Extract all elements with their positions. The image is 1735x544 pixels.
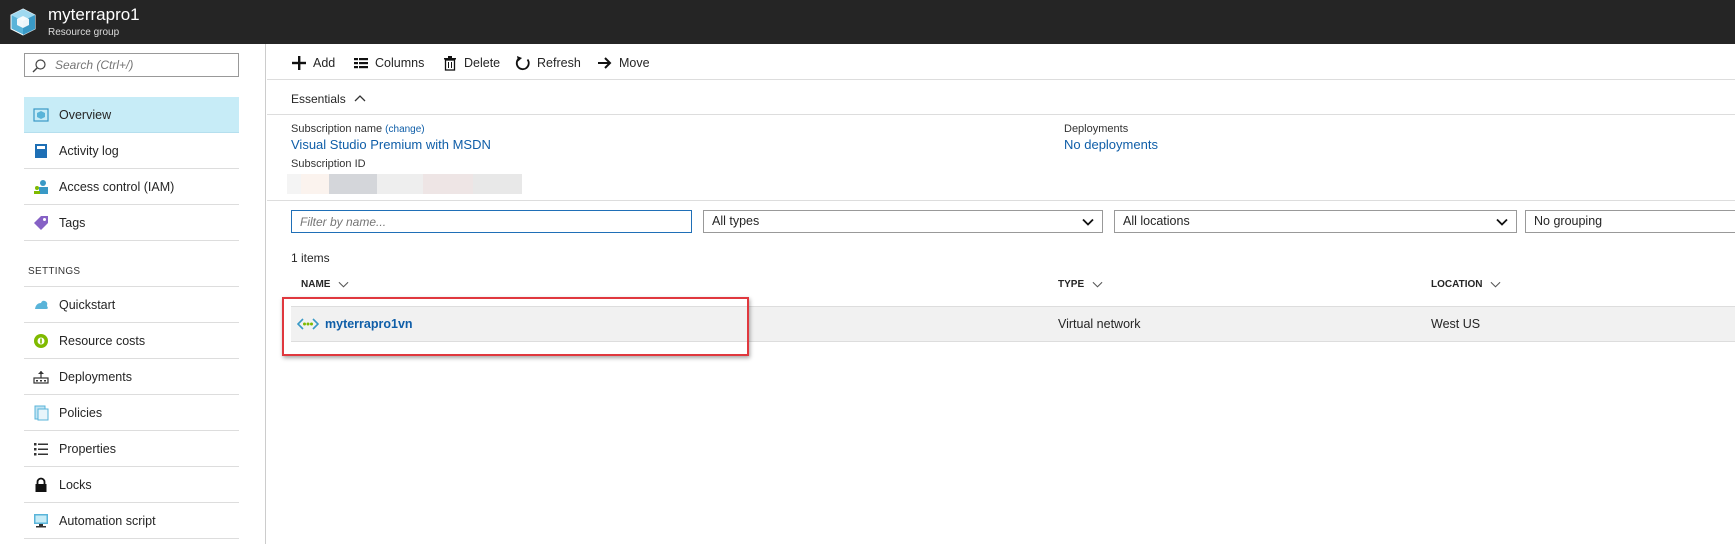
automation-script-icon — [33, 513, 49, 529]
sidebar-item-access-control[interactable]: Access control (IAM) — [24, 169, 239, 205]
search-icon — [32, 59, 46, 73]
columns-button[interactable]: Columns — [353, 54, 424, 72]
chevron-down-icon — [1092, 281, 1103, 288]
sidebar-item-label: Access control (IAM) — [59, 180, 175, 194]
sidebar-item-automation-script[interactable]: Automation script — [24, 503, 239, 539]
quickstart-icon — [33, 297, 49, 313]
refresh-button[interactable]: Refresh — [515, 54, 581, 72]
column-header-name[interactable]: NAME — [301, 279, 349, 290]
deployments-icon — [33, 369, 49, 385]
sidebar-item-label: Deployments — [59, 370, 132, 384]
items-count: 1 items — [291, 251, 330, 265]
sidebar: Overview Activity log Access control (IA… — [0, 44, 266, 544]
refresh-button-label: Refresh — [537, 56, 581, 70]
subscription-id-redacted — [287, 174, 522, 194]
filter-by-name-input[interactable] — [292, 211, 691, 232]
page-title: myterrapro1 — [48, 5, 140, 24]
columns-icon — [354, 58, 368, 69]
sidebar-nav: Overview Activity log Access control (IA… — [24, 97, 239, 241]
sidebar-item-activity-log[interactable]: Activity log — [24, 133, 239, 169]
refresh-icon — [515, 56, 530, 71]
iam-icon — [33, 179, 49, 195]
delete-button-label: Delete — [464, 56, 501, 70]
subscription-name-link[interactable]: Visual Studio Premium with MSDN — [291, 137, 491, 152]
tag-icon — [33, 215, 49, 231]
sidebar-item-label: Tags — [59, 216, 86, 230]
sidebar-item-tags[interactable]: Tags — [24, 205, 239, 241]
essentials-label: Essentials — [291, 92, 346, 106]
sidebar-item-locks[interactable]: Locks — [24, 467, 239, 503]
no-deployments-link[interactable]: No deployments — [1064, 137, 1158, 152]
sidebar-search[interactable] — [24, 53, 239, 77]
resource-type: Virtual network — [1058, 317, 1141, 331]
type-filter-value: All types — [712, 214, 760, 228]
top-bar: myterrapro1 Resource group — [0, 0, 1735, 44]
sidebar-item-label: Activity log — [59, 144, 119, 158]
column-header-label: NAME — [301, 279, 331, 290]
move-button-label: Move — [619, 56, 650, 70]
grouping-value: No grouping — [1534, 214, 1603, 228]
resource-costs-icon — [33, 333, 49, 349]
trash-icon — [444, 56, 456, 71]
sidebar-item-label: Properties — [59, 442, 116, 456]
sidebar-item-quickstart[interactable]: Quickstart — [24, 287, 239, 323]
sidebar-item-label: Overview — [59, 108, 112, 122]
column-header-label: TYPE — [1058, 279, 1085, 290]
chevron-down-icon — [339, 281, 349, 288]
sidebar-item-resource-costs[interactable]: Resource costs — [24, 323, 239, 359]
delete-button[interactable]: Delete — [442, 54, 500, 72]
settings-heading: SETTINGS — [28, 266, 81, 277]
sidebar-item-policies[interactable]: Policies — [24, 395, 239, 431]
grouping-dropdown[interactable]: No grouping — [1525, 210, 1735, 233]
page-subtitle: Resource group — [48, 27, 120, 38]
location-filter-dropdown[interactable]: All locations — [1114, 210, 1517, 233]
resource-location: West US — [1431, 317, 1481, 331]
sidebar-item-overview[interactable]: Overview — [24, 97, 239, 133]
column-header-label: LOCATION — [1431, 279, 1483, 290]
table-row[interactable]: myterrapro1vn Virtual network West US — [291, 307, 1735, 342]
sidebar-item-deployments[interactable]: Deployments — [24, 359, 239, 395]
activity-log-icon — [33, 143, 49, 159]
chevron-down-icon — [1082, 218, 1094, 226]
change-subscription-link[interactable]: (change) — [385, 124, 424, 135]
search-input[interactable] — [55, 56, 235, 74]
filter-by-name[interactable] — [291, 210, 692, 233]
arrow-right-icon — [598, 57, 612, 69]
type-filter-dropdown[interactable]: All types — [703, 210, 1103, 233]
properties-icon — [33, 441, 49, 457]
sidebar-item-label: Quickstart — [59, 298, 116, 312]
add-button[interactable]: Add — [291, 54, 335, 72]
subscription-name-label: Subscription name — [291, 123, 383, 135]
virtual-network-icon — [297, 318, 319, 330]
divider — [267, 114, 1735, 115]
resource-name-link[interactable]: myterrapro1vn — [325, 317, 413, 331]
main-content: Add Columns Delete Refresh Move Essentia… — [267, 44, 1735, 544]
move-button[interactable]: Move — [597, 54, 650, 72]
columns-button-label: Columns — [375, 56, 425, 70]
subscription-name-label-row: Subscription name (change) — [291, 123, 425, 135]
essentials-toggle[interactable]: Essentials — [291, 92, 366, 106]
sidebar-item-label: Automation script — [59, 514, 156, 528]
column-header-type[interactable]: TYPE — [1058, 279, 1103, 290]
chevron-down-icon — [1496, 218, 1508, 226]
lock-icon — [33, 477, 49, 493]
add-button-label: Add — [313, 56, 336, 70]
subscription-id-label: Subscription ID — [291, 158, 366, 170]
plus-icon — [292, 56, 306, 70]
column-header-location[interactable]: LOCATION — [1431, 279, 1501, 290]
sidebar-item-label: Resource costs — [59, 334, 146, 348]
sidebar-settings-nav: Quickstart Resource costs Deployments Po… — [24, 286, 239, 539]
chevron-up-icon — [354, 95, 366, 102]
chevron-down-icon — [1491, 281, 1501, 288]
deployments-label: Deployments — [1064, 123, 1129, 135]
command-bar: Add Columns Delete Refresh Move — [267, 44, 1735, 80]
overview-icon — [33, 107, 49, 123]
sidebar-item-label: Locks — [59, 478, 92, 492]
sidebar-item-properties[interactable]: Properties — [24, 431, 239, 467]
policies-icon — [33, 405, 49, 421]
resource-group-cube-icon — [10, 8, 36, 36]
divider — [267, 200, 1735, 201]
location-filter-value: All locations — [1123, 214, 1190, 228]
sidebar-item-label: Policies — [59, 406, 103, 420]
